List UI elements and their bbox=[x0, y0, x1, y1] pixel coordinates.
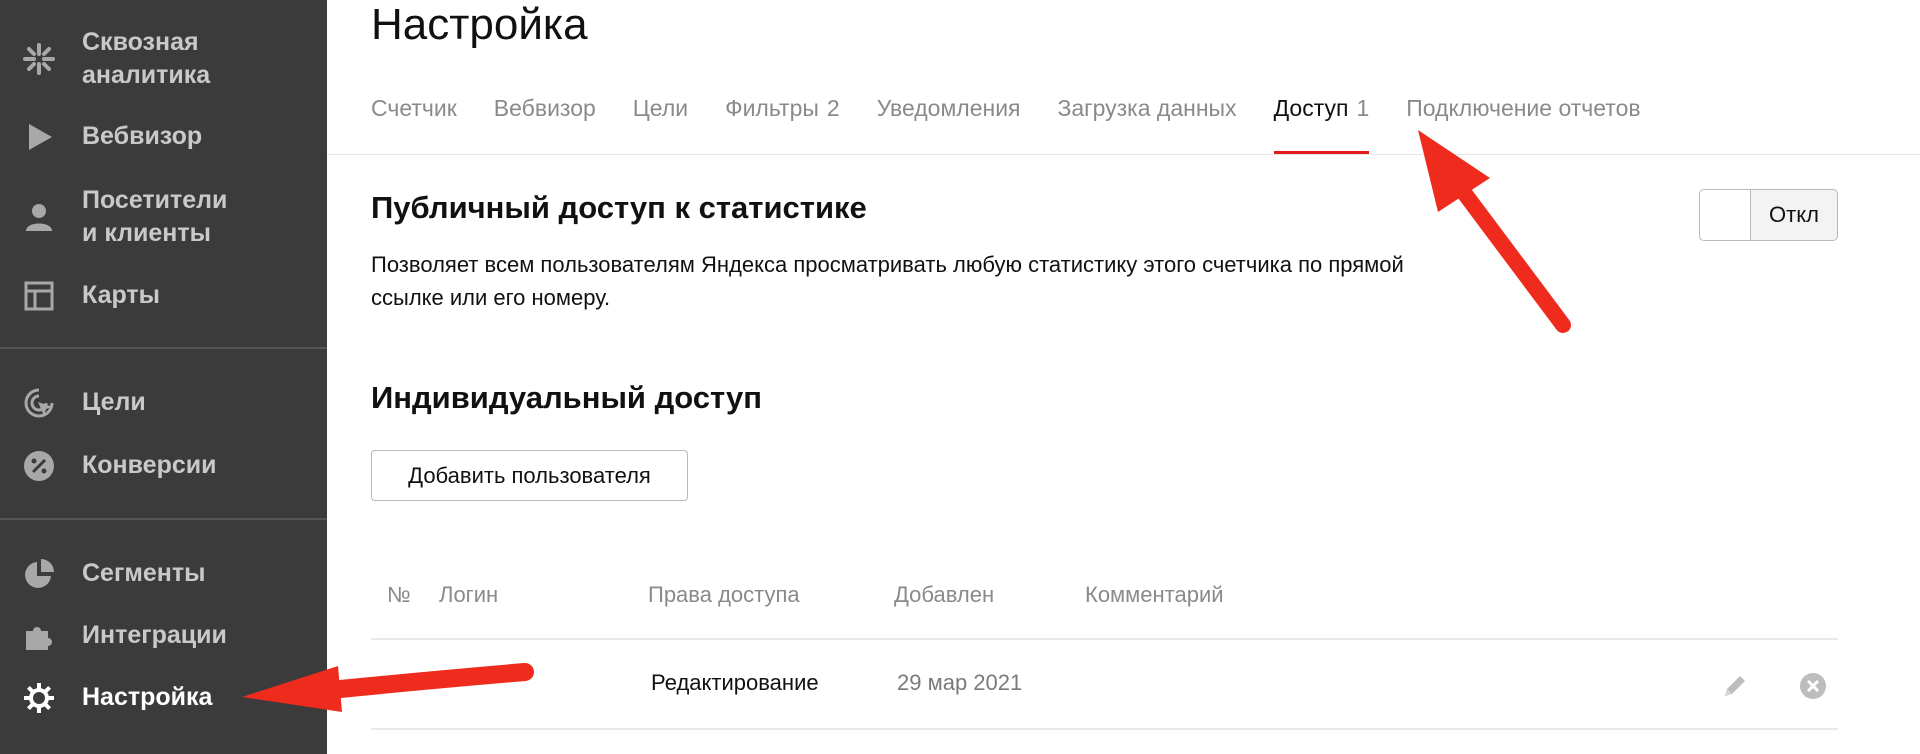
gear-icon bbox=[22, 681, 56, 715]
tab-filters[interactable]: Фильтры 2 bbox=[725, 88, 840, 154]
tab-label: Доступ bbox=[1273, 95, 1349, 121]
tab-counter[interactable]: Счетчик bbox=[371, 88, 457, 154]
tab-label: Загрузка данных bbox=[1057, 95, 1237, 121]
public-access-title: Публичный доступ к статистике bbox=[371, 190, 867, 225]
column-header-login[interactable]: Логин bbox=[439, 582, 498, 608]
sidebar-item-visitors[interactable]: Посетители и клиенты bbox=[0, 184, 327, 250]
end-to-end-analytics-icon bbox=[22, 42, 56, 76]
sidebar-item-end-to-end-analytics[interactable]: Сквозная аналитика bbox=[0, 26, 327, 92]
tab-webvisor[interactable]: Вебвизор bbox=[494, 88, 596, 154]
percent-icon bbox=[22, 449, 56, 483]
tab-access[interactable]: Доступ 1 bbox=[1273, 88, 1370, 154]
target-cursor-icon bbox=[22, 386, 56, 420]
delete-cross-icon[interactable] bbox=[1797, 670, 1829, 702]
table-header-divider bbox=[371, 638, 1838, 640]
column-header-rights[interactable]: Права доступа bbox=[648, 582, 800, 608]
sidebar-item-goals[interactable]: Цели bbox=[0, 386, 327, 420]
toggle-state-label: Откл bbox=[1769, 202, 1819, 227]
column-header-comment: Комментарий bbox=[1085, 582, 1224, 607]
tab-label: Фильтры bbox=[725, 95, 819, 121]
tab-label: Счетчик bbox=[371, 95, 457, 121]
arrow-to-access-tab bbox=[1418, 130, 1571, 333]
settings-tabs: Счетчик Вебвизор Цели Фильтры 2 Уведомлен… bbox=[371, 88, 1678, 154]
individual-access-title: Индивидуальный доступ bbox=[371, 380, 762, 415]
column-header-added[interactable]: Добавлен bbox=[894, 582, 994, 608]
tab-count-badge: 1 bbox=[1356, 95, 1370, 121]
sidebar-item-label: Сегменты bbox=[82, 559, 206, 587]
public-access-description: Позволяет всем пользователям Яндекса про… bbox=[371, 252, 1404, 310]
play-icon bbox=[22, 120, 56, 154]
sidebar-divider bbox=[0, 518, 327, 520]
sidebar-divider bbox=[0, 347, 327, 349]
column-header-number: № bbox=[387, 582, 411, 607]
page-title: Настройка bbox=[371, 0, 588, 49]
tab-count-badge: 2 bbox=[826, 95, 840, 121]
sidebar-item-label: Вебвизор bbox=[82, 122, 203, 150]
tab-label: Вебвизор bbox=[493, 95, 596, 121]
sidebar-item-label: Посетители и клиенты bbox=[82, 186, 228, 247]
sidebar-item-label: Настройка bbox=[82, 683, 213, 711]
sidebar-item-maps[interactable]: Карты bbox=[0, 279, 327, 313]
tab-label: Подключение отчетов bbox=[1406, 95, 1641, 121]
sidebar-item-segments[interactable]: Сегменты bbox=[0, 557, 327, 591]
person-icon bbox=[22, 200, 56, 234]
sidebar-item-conversions[interactable]: Конверсии bbox=[0, 449, 327, 483]
sidebar-item-label: Интеграции bbox=[82, 621, 227, 649]
sidebar: Сквозная аналитика Вебвизор Посетители и… bbox=[0, 0, 327, 754]
tab-label: Уведомления bbox=[876, 95, 1021, 121]
tab-data-upload[interactable]: Загрузка данных bbox=[1058, 88, 1237, 154]
sidebar-item-label: Сквозная аналитика bbox=[82, 28, 211, 89]
tab-notifications[interactable]: Уведомления bbox=[877, 88, 1021, 154]
cell-rights: Редактирование bbox=[651, 670, 819, 695]
tab-label: Цели bbox=[632, 95, 689, 121]
cell-added-date: 29 мар 2021 bbox=[897, 670, 1023, 695]
tab-report-connection[interactable]: Подключение отчетов bbox=[1406, 88, 1640, 154]
add-user-button[interactable]: Добавить пользователя bbox=[371, 450, 688, 501]
public-access-toggle[interactable]: Откл bbox=[1699, 189, 1838, 241]
sidebar-item-settings[interactable]: Настройка bbox=[0, 681, 327, 715]
sidebar-item-webvisor[interactable]: Вебвизор bbox=[0, 120, 327, 154]
tab-goals[interactable]: Цели bbox=[633, 88, 688, 154]
toggle-knob bbox=[1700, 190, 1751, 240]
sidebar-item-integrations[interactable]: Интеграции bbox=[0, 619, 327, 653]
sidebar-item-label: Конверсии bbox=[82, 451, 217, 479]
tabs-divider bbox=[327, 154, 1920, 155]
table-row-divider bbox=[371, 728, 1838, 730]
edit-pencil-icon[interactable] bbox=[1719, 670, 1751, 702]
pie-chart-icon bbox=[22, 557, 56, 591]
map-layout-icon bbox=[22, 279, 56, 313]
puzzle-icon bbox=[22, 619, 56, 653]
sidebar-item-label: Карты bbox=[82, 281, 161, 309]
sidebar-item-label: Цели bbox=[82, 388, 146, 416]
